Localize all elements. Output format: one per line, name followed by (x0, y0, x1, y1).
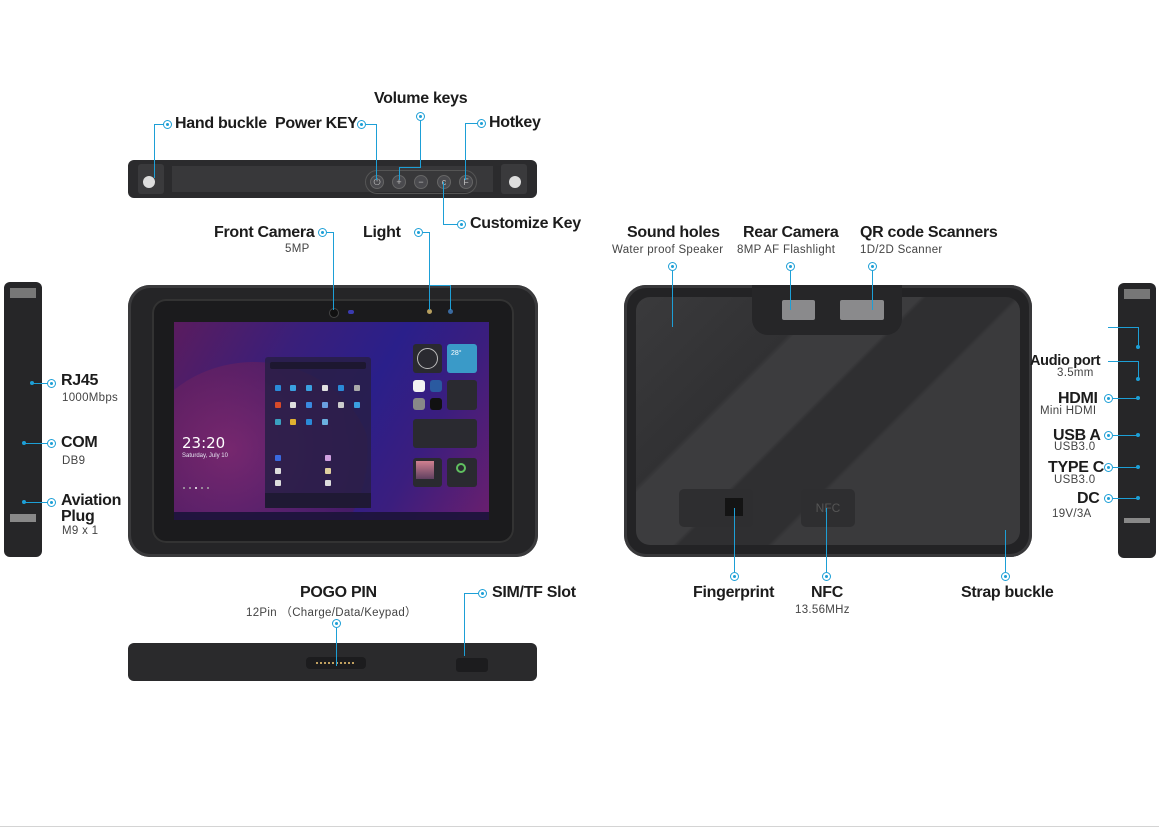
taskbar (174, 512, 489, 520)
hand-buckle-label: Hand buckle (175, 115, 267, 132)
callout-dot (1001, 572, 1010, 581)
widget-settings (413, 398, 425, 410)
audio-port-spec: 3.5mm (1057, 367, 1094, 379)
sound-holes-spec: Water proof Speaker (612, 244, 724, 256)
widget-photos (413, 458, 442, 487)
start-menu (265, 357, 371, 508)
sound-holes-label: Sound holes (627, 224, 720, 241)
callout-dot (786, 262, 795, 271)
rear-camera-label: Rear Camera (743, 224, 839, 241)
callout-dot (357, 120, 366, 129)
callout-dot (822, 572, 831, 581)
callout-dot (318, 228, 327, 237)
com-spec: DB9 (62, 455, 86, 467)
nfc-spec: 13.56MHz (795, 604, 850, 616)
dc-spec: 19V/3A (1052, 508, 1092, 520)
front-camera-label: Front Camera (214, 224, 315, 241)
page-dots (183, 487, 213, 490)
volume-keys-label: Volume keys (374, 90, 468, 107)
callout-dot (1104, 463, 1113, 472)
type-c-spec: USB3.0 (1054, 474, 1096, 486)
widget-calendar (413, 380, 425, 392)
tablet-left-side (4, 282, 42, 557)
callout-dot (868, 262, 877, 271)
widget-system (447, 458, 477, 487)
volume-down-icon: − (414, 175, 428, 189)
callout-dot (416, 112, 425, 121)
hotkey-label: Hotkey (489, 114, 541, 131)
sim-slot (456, 658, 488, 672)
rear-camera-spec: 8MP AF Flashlight (737, 244, 836, 256)
power-key-label: Power KEY (275, 115, 358, 132)
divider (0, 826, 1159, 827)
callout-dot (47, 379, 56, 388)
nfc-badge: NFC (801, 489, 855, 527)
tablet-bottom-view (128, 643, 537, 681)
strap-buckle-label: Strap buckle (961, 584, 1054, 601)
com-label: COM (61, 434, 98, 451)
fingerprint-module (679, 489, 753, 527)
widget-today (413, 419, 477, 448)
nfc-label: NFC (811, 584, 843, 601)
customize-key-label: Customize Key (470, 215, 581, 232)
hdmi-spec: Mini HDMI (1040, 405, 1097, 417)
pogo-pin-spec: 12Pin （Charge/Data/Keypad） (246, 607, 417, 619)
rj45-label: RJ45 (61, 372, 99, 389)
side-cap (10, 514, 36, 522)
widget-switches (447, 380, 477, 410)
pogo-pin-label: POGO PIN (300, 584, 377, 601)
front-camera-spec: 5MP (285, 243, 310, 255)
callout-dot (1104, 494, 1113, 503)
qr-scanner-spec: 1D/2D Scanner (860, 244, 943, 256)
widget-weather: 28° (447, 344, 477, 373)
qr-scanner-label: QR code Scanners (860, 224, 998, 241)
power-key-icon: ⏻ (370, 175, 384, 189)
side-cap (10, 288, 36, 298)
qr-scanner-icon (840, 300, 884, 320)
sim-tf-slot-label: SIM/TF Slot (492, 584, 576, 601)
widget-clock (413, 344, 442, 373)
widget-mode (430, 398, 442, 410)
widget-steam (430, 380, 442, 392)
rj45-spec: 1000Mbps (62, 392, 119, 404)
callout-dot (730, 572, 739, 581)
aviation-plug-label: Aviation Plug (61, 492, 122, 525)
sensor-icon (348, 310, 354, 314)
callout-dot (668, 262, 677, 271)
callout-dot (414, 228, 423, 237)
callout-dot (332, 619, 341, 628)
start-footer (265, 493, 371, 508)
side-cap (1124, 289, 1150, 299)
side-cap (1124, 518, 1150, 523)
callout-dot (1104, 394, 1113, 403)
lock-time: 23:20 (182, 434, 226, 452)
tablet-screen: 23:20 Saturday, July 10 28° (174, 322, 489, 520)
dc-label: DC (1077, 490, 1100, 507)
light-label: Light (363, 224, 401, 241)
front-camera-icon (329, 308, 339, 318)
rear-camera-icon (782, 300, 815, 320)
buckle-ring-icon (509, 176, 521, 188)
callout-dot (477, 119, 486, 128)
callout-dot (457, 220, 466, 229)
fingerprint-label: Fingerprint (693, 584, 775, 601)
tablet-right-side (1118, 283, 1156, 558)
start-search (270, 362, 366, 369)
callout-dot (1104, 431, 1113, 440)
lock-date: Saturday, July 10 (182, 453, 228, 459)
callout-dot (163, 120, 172, 129)
callout-dot (47, 498, 56, 507)
callout-dot (47, 439, 56, 448)
customize-key-icon: c (437, 175, 451, 189)
callout-dot (478, 589, 487, 598)
aviation-plug-spec: M9 x 1 (62, 525, 99, 537)
hotkey-icon: F (459, 175, 473, 189)
usb-a-spec: USB3.0 (1054, 441, 1096, 453)
